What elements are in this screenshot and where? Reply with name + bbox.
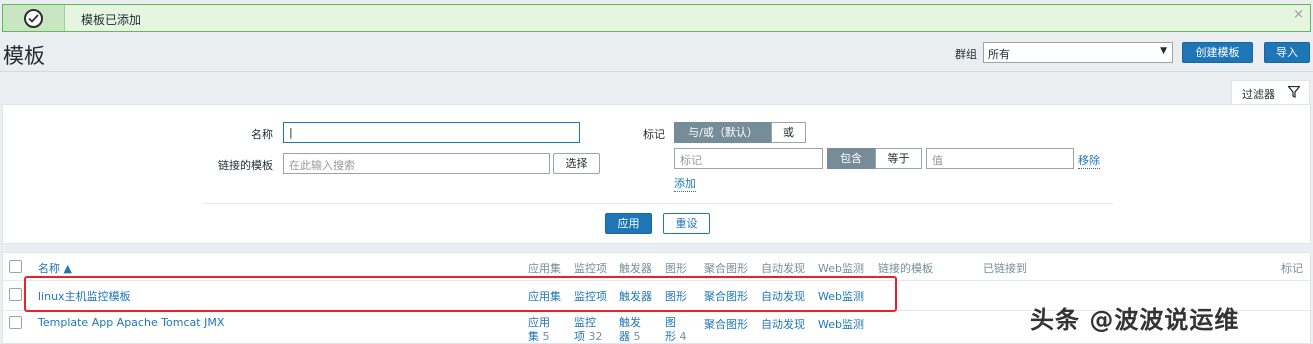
apply-button[interactable]: 应用 [605, 213, 652, 234]
column-header-tags: 标记 [1281, 262, 1303, 275]
triggers-link[interactable]: 触发 器 5 [619, 316, 641, 344]
column-header-web: Web监测 [818, 262, 864, 275]
group-label: 群组 [955, 48, 977, 61]
column-header-name[interactable]: 名称 ▲ [38, 260, 72, 276]
check-circle-icon [24, 9, 43, 28]
linked-templates-input[interactable]: 在此输入搜索 [283, 153, 550, 174]
row-checkbox[interactable] [9, 316, 22, 329]
items-link[interactable]: 监控 项 32 [574, 316, 603, 344]
column-header-discovery: 自动发现 [761, 262, 805, 275]
row-checkbox[interactable] [9, 288, 22, 301]
filter-tab-label: 过滤器 [1242, 88, 1275, 101]
name-label: 名称 [251, 128, 273, 141]
watermark-text: 头条 @波波说运维 [1030, 306, 1240, 334]
tag-mode-and-or[interactable]: 与/或（默认） [674, 122, 772, 143]
tag-value-input[interactable]: 值 [926, 148, 1074, 169]
tags-label: 标记 [643, 128, 665, 141]
add-tag-link[interactable]: 添加 [674, 175, 696, 192]
reset-button[interactable]: 重设 [663, 213, 710, 234]
filter-separator [203, 203, 1113, 204]
create-template-button[interactable]: 创建模板 [1182, 42, 1253, 63]
funnel-icon [1287, 85, 1301, 101]
message-icon-box [3, 5, 65, 31]
screens-link[interactable]: 聚合图形 [704, 316, 748, 332]
graphs-link[interactable]: 图 形 4 [665, 316, 687, 344]
page-title: 模板 [3, 44, 45, 68]
close-icon[interactable]: × [1293, 7, 1304, 22]
group-select-value: 所有 [988, 48, 1010, 61]
import-button[interactable]: 导入 [1264, 42, 1310, 63]
select-all-checkbox[interactable] [9, 260, 22, 273]
group-select[interactable]: 所有 ▼ [983, 42, 1173, 63]
filter-panel: 名称 | 链接的模板 在此输入搜索 选择 标记 与/或（默认） 或 标记 包含 … [2, 104, 1311, 244]
applications-link[interactable]: 应用 集 5 [528, 316, 550, 344]
template-name-link[interactable]: Template App Apache Tomcat JMX [38, 316, 224, 329]
filter-tab[interactable]: 过滤器 [1231, 80, 1310, 105]
discovery-link[interactable]: 自动发现 [761, 316, 805, 332]
web-link[interactable]: Web监测 [818, 316, 864, 332]
remove-tag-link[interactable]: 移除 [1078, 152, 1100, 169]
header-divider [0, 71, 1313, 72]
tag-mode-or[interactable]: 或 [771, 122, 806, 143]
linked-templates-label: 链接的模板 [218, 159, 273, 172]
name-input[interactable]: | [283, 122, 580, 143]
operator-contains[interactable]: 包含 [827, 148, 875, 169]
column-header-screens: 聚合图形 [704, 262, 748, 275]
column-header-items: 监控项 [574, 262, 607, 275]
tag-name-input[interactable]: 标记 [674, 148, 823, 169]
column-header-linked-templates: 链接的模板 [878, 262, 933, 275]
column-header-linked-to: 已链接到 [983, 262, 1027, 275]
message-text: 模板已添加 [81, 13, 142, 27]
operator-equals[interactable]: 等于 [875, 148, 922, 169]
column-header-graphs: 图形 [665, 262, 687, 275]
column-header-triggers: 触发器 [619, 262, 652, 275]
annotation-highlight-box [24, 276, 897, 312]
select-button[interactable]: 选择 [553, 153, 600, 174]
dropdown-arrow-icon: ▼ [1160, 46, 1167, 56]
success-message-bar: 模板已添加 × [2, 4, 1311, 32]
column-header-applications: 应用集 [528, 262, 561, 275]
